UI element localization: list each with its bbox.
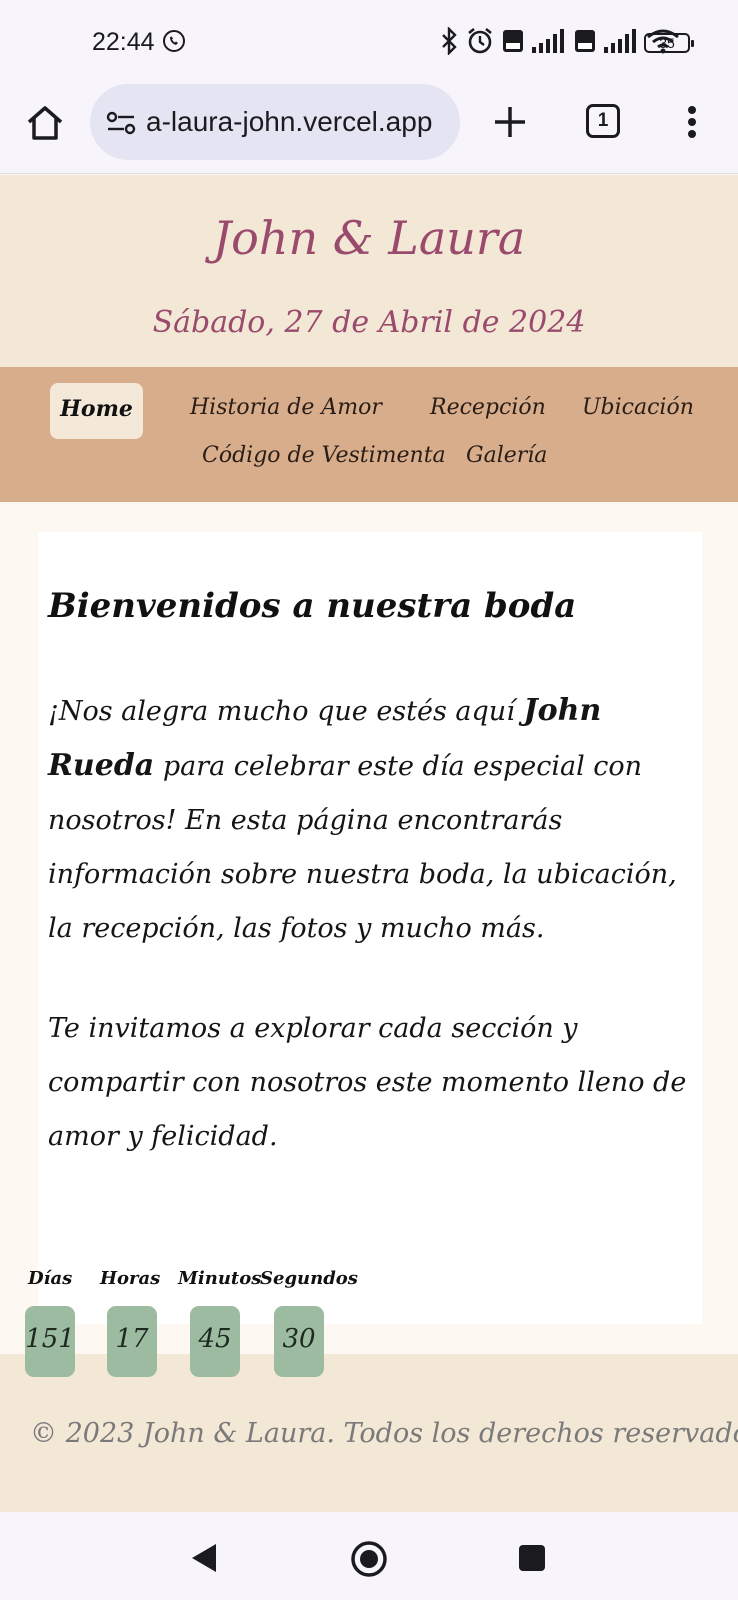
status-time: 22:44 xyxy=(92,28,155,56)
status-bar: 22:44 35 xyxy=(0,0,738,80)
url-text[interactable]: a-laura-john.vercel.app xyxy=(146,106,446,138)
countdown-seconds: 30 xyxy=(274,1306,324,1377)
main-nav: Home Historia de Amor Recepción Ubicació… xyxy=(0,367,738,502)
welcome-text-start: ¡Nos alegra mucho que estés aquí xyxy=(48,696,524,727)
welcome-heading: Bienvenidos a nuestra boda xyxy=(48,586,577,626)
countdown-minutes: 45 xyxy=(190,1306,240,1377)
volte-icon-2 xyxy=(575,30,595,52)
more-menu-icon[interactable] xyxy=(682,102,702,142)
signal-icon xyxy=(532,29,564,53)
address-bar[interactable]: a-laura-john.vercel.app xyxy=(90,84,460,160)
tab-switcher-button[interactable]: 1 xyxy=(586,104,620,138)
site-header: John & Laura Sábado, 27 de Abril de 2024 xyxy=(0,175,738,367)
recents-icon[interactable] xyxy=(518,1544,546,1572)
countdown-label-minutes: Minutos xyxy=(178,1268,262,1289)
alarm-icon xyxy=(468,27,492,54)
countdown-labels: Días Horas Minutos Segundos xyxy=(0,1268,360,1298)
home-circle-icon[interactable] xyxy=(350,1540,388,1578)
browser-toolbar: a-laura-john.vercel.app 1 xyxy=(0,80,738,174)
welcome-card: Bienvenidos a nuestra boda ¡Nos alegra m… xyxy=(38,532,702,1324)
countdown-label-hours: Horas xyxy=(100,1268,161,1289)
nav-historia-de-amor[interactable]: Historia de Amor xyxy=(190,395,382,420)
home-icon[interactable] xyxy=(24,102,66,144)
site-settings-icon[interactable] xyxy=(106,110,136,136)
nav-home[interactable]: Home xyxy=(50,383,143,439)
invitation-paragraph: Te invitamos a explorar cada sección y c… xyxy=(48,1013,687,1152)
signal-icon-2 xyxy=(604,29,636,53)
countdown-label-days: Días xyxy=(28,1268,73,1289)
site-title: John & Laura xyxy=(212,211,526,265)
countdown-hours: 17 xyxy=(107,1306,157,1377)
site-footer: © 2023 John & Laura. Todos los derechos … xyxy=(0,1354,738,1512)
wedding-date: Sábado, 27 de Abril de 2024 xyxy=(152,305,586,340)
nav-recepcion[interactable]: Recepción xyxy=(430,395,546,420)
footer-copyright: © 2023 John & Laura. Todos los derechos … xyxy=(30,1418,738,1449)
nav-galeria[interactable]: Galería xyxy=(466,443,547,468)
nav-ubicacion[interactable]: Ubicación xyxy=(582,395,694,420)
bluetooth-icon xyxy=(442,27,457,55)
welcome-paragraph: ¡Nos alegra mucho que estés aquí John Ru… xyxy=(48,684,688,956)
system-nav-bar xyxy=(0,1512,738,1600)
battery-icon: 35 xyxy=(644,33,694,53)
new-tab-icon[interactable] xyxy=(490,102,530,142)
nav-codigo-de-vestimenta[interactable]: Código de Vestimenta xyxy=(202,443,446,468)
countdown-days: 151 xyxy=(25,1306,75,1377)
countdown-label-seconds: Segundos xyxy=(260,1268,358,1289)
whatsapp-icon xyxy=(163,30,185,52)
volte-icon xyxy=(503,30,523,52)
back-icon[interactable] xyxy=(190,1542,218,1574)
